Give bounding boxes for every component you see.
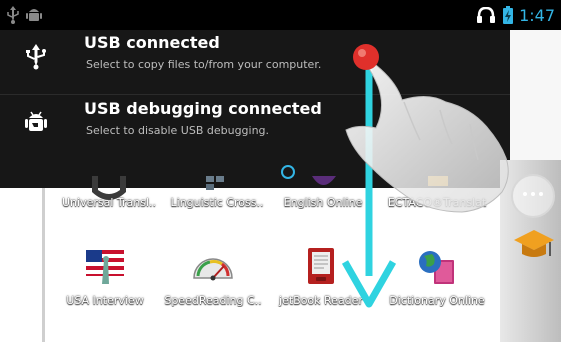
notification-subtitle: Select to copy files to/from your comput… <box>86 58 322 71</box>
app-ectaco-translator[interactable]: ECTACO®Translat <box>382 176 492 236</box>
app-dictionary-online[interactable]: Dictionary Online <box>382 248 492 308</box>
android-debug-icon <box>26 9 42 21</box>
clock: 1:47 <box>519 6 555 25</box>
notification-usb-debugging[interactable]: USB debugging connected Select to disabl… <box>0 96 510 160</box>
usb-icon <box>7 6 19 24</box>
graduation-cap-icon[interactable] <box>512 226 556 266</box>
app-universal-translator[interactable]: Universal Transl.. <box>54 176 164 236</box>
app-speedreading[interactable]: SpeedReading C.. <box>158 248 268 308</box>
android-screen: 1:47 USB connected Select to copy files … <box>0 0 561 342</box>
status-bar: 1:47 <box>0 0 561 30</box>
notification-usb-connected[interactable]: USB connected Select to copy files to/fr… <box>0 30 510 94</box>
speedometer-icon <box>193 258 233 281</box>
app-usa-interview[interactable]: USA Interview <box>50 248 160 308</box>
app-label: jetBook Reader <box>279 294 363 307</box>
app-label: English Online <box>283 196 363 209</box>
app-label: USA Interview <box>66 294 144 307</box>
globe-book-icon <box>419 251 454 284</box>
battery-icon <box>503 6 513 24</box>
notification-title: USB connected <box>84 33 220 52</box>
app-label: SpeedReading C.. <box>164 294 262 307</box>
app-label: Linguistic Cross.. <box>170 196 264 209</box>
usa-flag-liberty-icon <box>86 250 124 284</box>
app-label: ECTACO®Translat <box>387 196 487 209</box>
usb-icon <box>26 44 46 70</box>
app-drawer: Universal Transl.. Linguistic Cross.. En… <box>0 176 510 342</box>
headphones-icon <box>477 7 495 23</box>
notification-shade[interactable]: USB connected Select to copy files to/fr… <box>0 30 510 188</box>
app-english-online[interactable]: English Online <box>268 176 378 236</box>
dots-icon <box>523 192 527 196</box>
app-linguistic-crossword[interactable]: Linguistic Cross.. <box>162 176 272 236</box>
ebook-reader-icon <box>308 248 334 284</box>
drawer-divider <box>42 188 45 342</box>
android-debug-icon <box>25 111 47 131</box>
notification-title: USB debugging connected <box>84 99 322 118</box>
app-jetbook-reader[interactable]: jetBook Reader <box>266 248 376 308</box>
app-drawer-button[interactable] <box>511 174 555 218</box>
notification-divider <box>0 94 510 95</box>
app-label: Universal Transl.. <box>61 196 157 209</box>
notification-subtitle: Select to disable USB debugging. <box>86 124 270 137</box>
app-label: Dictionary Online <box>389 294 485 307</box>
